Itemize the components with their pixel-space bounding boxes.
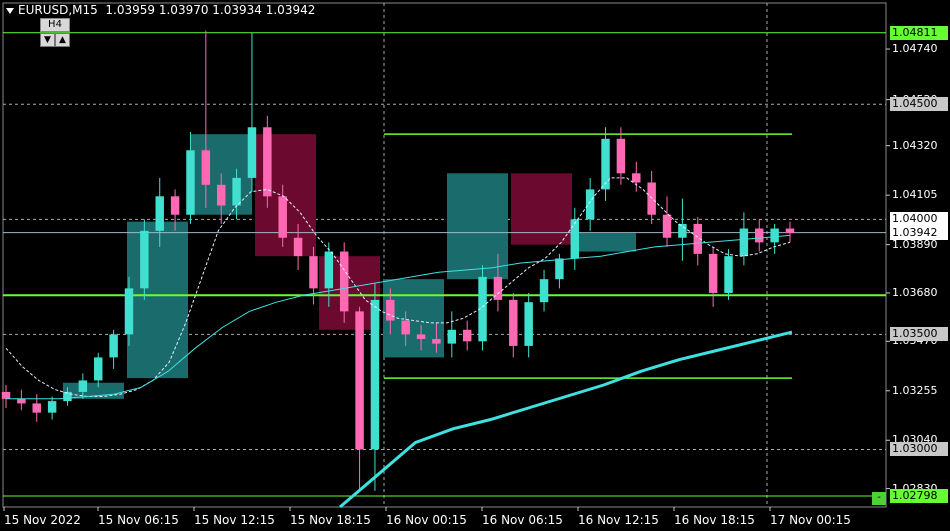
time-tick-label: 17 Nov 00:15 — [770, 513, 851, 527]
time-tick-label: 15 Nov 06:15 — [98, 513, 179, 527]
price-level-label: 1.03942 — [890, 225, 948, 240]
price-level-label: 1.04811 — [890, 25, 948, 40]
price-level-label: 1.03500 — [890, 327, 948, 342]
candle-body — [585, 189, 595, 220]
collapse-minus-button[interactable]: - — [872, 492, 886, 505]
candle-body — [601, 138, 610, 190]
candle-body — [432, 339, 441, 344]
candle-body — [724, 256, 733, 293]
candle-body — [247, 127, 257, 178]
candle-body — [632, 173, 641, 183]
candle-body — [555, 258, 564, 280]
candle-body — [32, 403, 41, 413]
candle-body — [170, 196, 180, 215]
candle-body — [370, 299, 380, 450]
price-tick-label: 1.03680 — [892, 285, 938, 299]
candle-body — [232, 177, 241, 206]
candle-body — [293, 237, 303, 257]
h4-candle-box — [511, 173, 572, 245]
candle-body — [708, 253, 718, 293]
candle-body — [524, 302, 533, 346]
chart-header: EURUSD,M15 1.03959 1.03970 1.03934 1.039… — [6, 3, 315, 17]
candle-body — [509, 299, 518, 346]
timeframe-label: H4 — [40, 18, 70, 32]
price-tick-label: 1.04320 — [892, 138, 938, 152]
timeframe-up-button[interactable]: ▲ — [55, 33, 70, 47]
candle-body — [616, 138, 626, 174]
candle-body — [678, 223, 687, 238]
candle-body — [324, 251, 334, 289]
time-tick-label: 15 Nov 2022 — [4, 513, 81, 527]
time-tick-label: 16 Nov 12:15 — [578, 513, 659, 527]
chart-window[interactable]: EURUSD,M15 1.03959 1.03970 1.03934 1.039… — [0, 0, 950, 531]
price-level-label: 1.03000 — [890, 442, 948, 457]
price-tick-label: 1.03890 — [892, 237, 938, 251]
price-level-label: 1.04000 — [890, 212, 948, 227]
time-tick-label: 15 Nov 18:15 — [290, 513, 371, 527]
ohlc-values: 1.03959 1.03970 1.03934 1.03942 — [105, 3, 316, 17]
dropdown-triangle-icon[interactable] — [6, 7, 14, 14]
price-level-label: 1.04500 — [890, 97, 948, 112]
candle-body — [186, 150, 195, 215]
h4-candle-box — [447, 173, 508, 280]
price-tick-label: 1.04740 — [892, 42, 938, 56]
candle-body — [416, 334, 426, 339]
candle-body — [109, 334, 118, 358]
candle-body — [355, 311, 364, 450]
symbol-timeframe: EURUSD,M15 — [18, 3, 98, 17]
candle-body — [155, 196, 164, 231]
time-tick-label: 15 Nov 12:15 — [194, 513, 275, 527]
time-tick-label: 16 Nov 06:15 — [482, 513, 563, 527]
candle-body — [570, 219, 580, 259]
candle-body — [386, 299, 395, 321]
candle-body — [739, 228, 749, 257]
price-tick-label: 1.04105 — [892, 188, 938, 202]
candle-body — [662, 214, 672, 238]
price-tick-label: 1.03255 — [892, 383, 938, 397]
price-level-label: 1.02798 — [890, 488, 948, 503]
h4-candle-box — [575, 233, 636, 252]
chart-plot-area[interactable] — [0, 0, 950, 531]
candle-body — [124, 288, 134, 335]
candle-body — [447, 329, 457, 344]
candle-body — [309, 256, 318, 289]
candle-body — [278, 196, 287, 238]
candle-body — [785, 228, 795, 234]
candle-body — [17, 398, 26, 404]
timeframe-down-button[interactable]: ▼ — [40, 33, 55, 47]
candle-body — [201, 150, 211, 185]
candle-body — [140, 230, 149, 289]
candle-body — [401, 320, 410, 335]
candle-body — [94, 357, 103, 381]
time-tick-label: 16 Nov 18:15 — [674, 513, 755, 527]
time-tick-label: 16 Nov 00:15 — [386, 513, 467, 527]
candle-body — [263, 127, 272, 197]
h4-candle-box — [127, 221, 188, 379]
candle-body — [755, 228, 764, 243]
candle-body — [47, 401, 57, 413]
candle-body — [78, 380, 88, 392]
candle-body — [339, 251, 349, 312]
candle-body — [216, 184, 226, 206]
ma-slow-line — [339, 330, 793, 509]
candle-body — [462, 329, 472, 342]
candle-body — [539, 279, 549, 303]
candle-body — [770, 228, 779, 243]
candle-body — [1, 391, 11, 399]
